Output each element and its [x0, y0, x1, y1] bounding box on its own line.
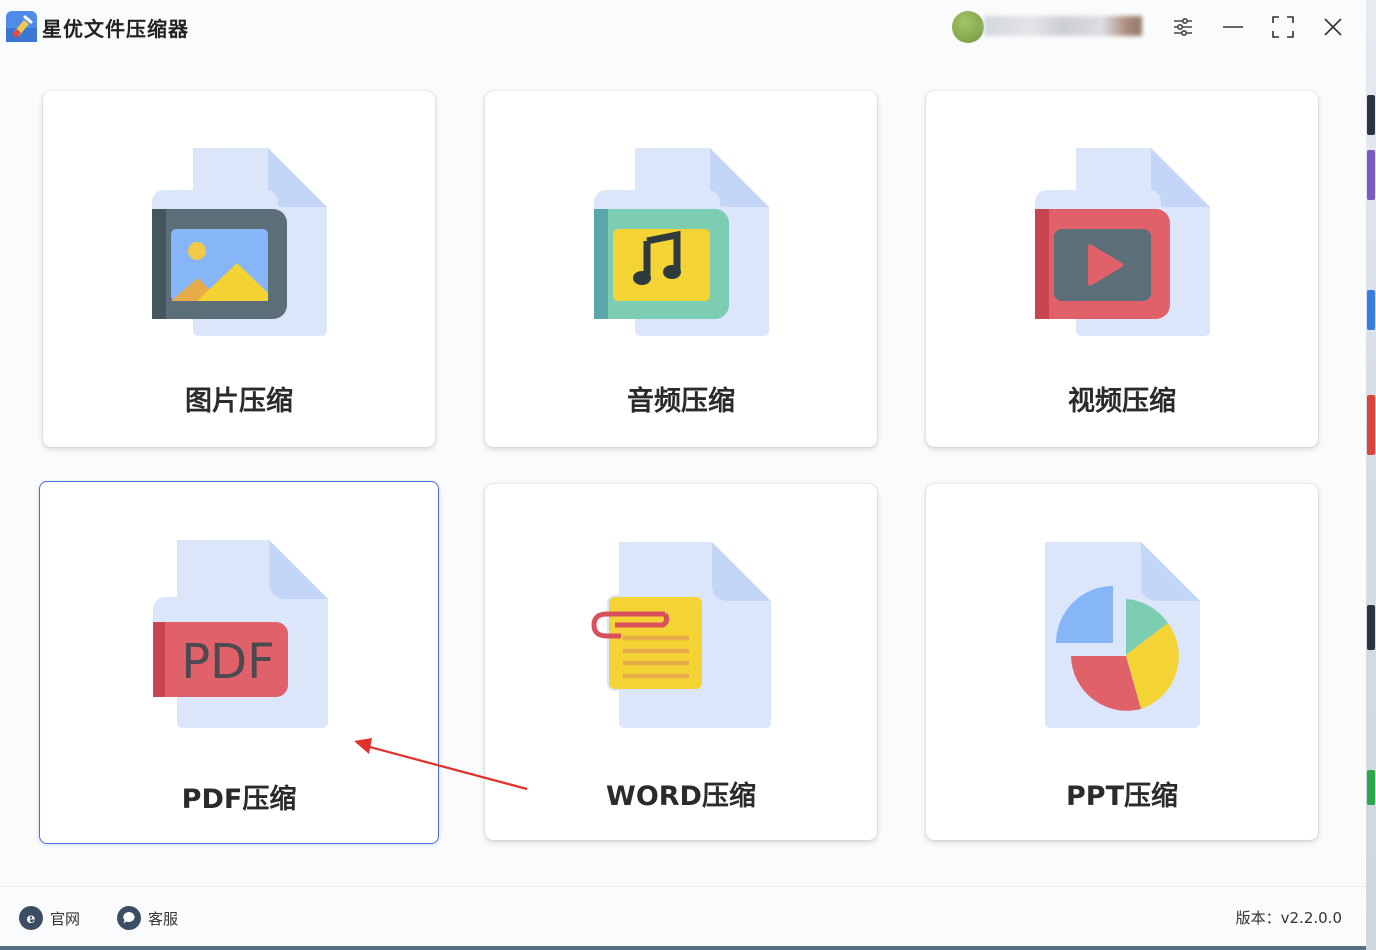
chat-icon [117, 906, 141, 930]
close-button[interactable] [1318, 12, 1348, 42]
svg-text:PDF: PDF [181, 634, 275, 690]
app-window: 星优文件压缩器 图片压缩 音频压缩 视频压缩 PDF PDF压缩 WORD压缩 … [0, 0, 1366, 946]
card-label: 视频压缩 [1068, 386, 1176, 417]
sliders-icon [1174, 17, 1192, 37]
card-image-compress[interactable]: 图片压缩 [43, 91, 435, 447]
website-label: 官网 [50, 909, 81, 928]
card-pdf-compress[interactable]: PDF PDF压缩 [39, 481, 439, 844]
card-word-compress[interactable]: WORD压缩 [485, 484, 877, 840]
maximize-button[interactable] [1268, 12, 1298, 42]
support-link[interactable]: 客服 [117, 906, 178, 930]
maximize-icon [1272, 16, 1294, 38]
app-logo-icon [6, 11, 37, 42]
minimize-button[interactable] [1218, 12, 1248, 42]
avatar[interactable] [952, 11, 984, 43]
desktop-background [1366, 0, 1376, 950]
version-label: 版本：v2.2.0.0 [1235, 909, 1342, 927]
audio-file-icon [594, 148, 769, 336]
settings-button[interactable] [1168, 12, 1198, 42]
card-label: PPT压缩 [1066, 781, 1178, 812]
footer: e 官网 客服 版本：v2.2.0.0 [0, 886, 1366, 946]
close-icon [1324, 18, 1342, 36]
support-label: 客服 [148, 909, 179, 928]
ie-icon: e [19, 906, 43, 930]
minimize-icon [1223, 26, 1243, 28]
card-label: 图片压缩 [185, 386, 293, 417]
card-video-compress[interactable]: 视频压缩 [926, 91, 1318, 447]
card-audio-compress[interactable]: 音频压缩 [485, 91, 877, 447]
pdf-file-icon: PDF [153, 540, 328, 728]
card-label: 音频压缩 [627, 386, 735, 417]
card-label: WORD压缩 [606, 781, 756, 812]
user-name-blurred [984, 16, 1142, 36]
video-file-icon [1035, 148, 1210, 336]
svg-text:e: e [27, 911, 36, 926]
app-title: 星优文件压缩器 [42, 17, 189, 41]
title-bar: 星优文件压缩器 [0, 0, 1366, 54]
website-link[interactable]: e 官网 [19, 906, 80, 930]
image-file-icon [152, 148, 327, 336]
ppt-file-icon [1045, 542, 1200, 728]
card-label: PDF压缩 [181, 784, 297, 815]
word-file-icon [591, 542, 771, 728]
card-ppt-compress[interactable]: PPT压缩 [926, 484, 1318, 840]
user-account[interactable] [950, 10, 1145, 44]
